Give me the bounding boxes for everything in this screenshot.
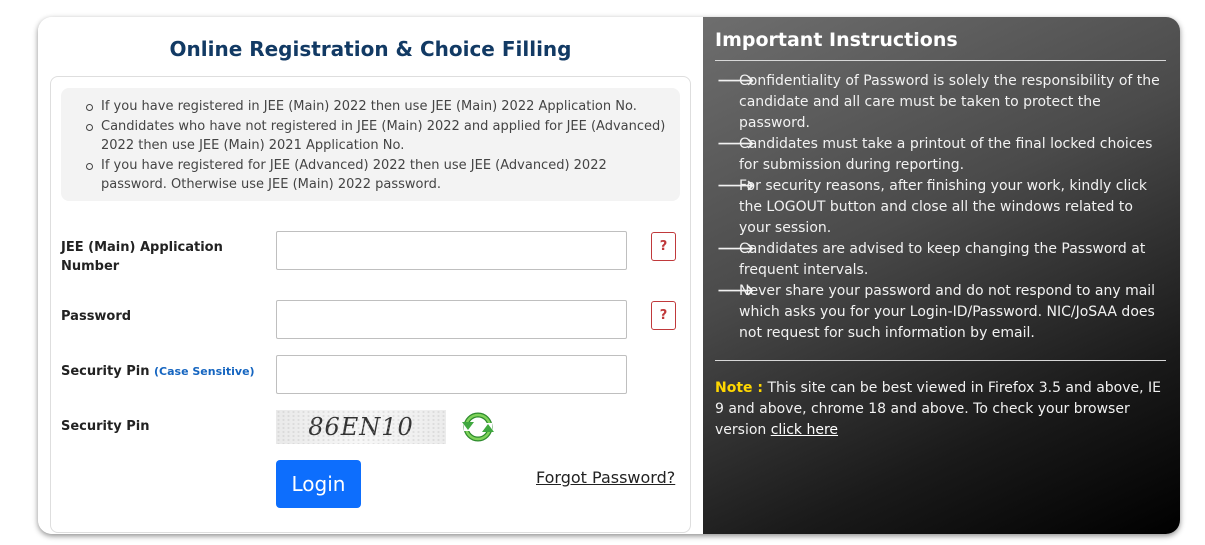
divider [715,60,1166,61]
instruction-item: 🡒 For security reasons, after finishing y… [717,178,1148,236]
divider [715,360,1166,361]
instructions-list: 🡒 Confidentiality of Password is solely t… [715,71,1166,344]
instruction-item: 🡒 Confidentiality of Password is solely t… [717,73,1160,131]
arrow-right-icon: 🡒 [717,241,755,257]
password-label: Password [61,309,132,324]
instruction-item: 🡒 Candidates must take a printout of the … [717,136,1153,173]
instruction-item: 🡒 Never share your password and do not re… [717,283,1156,341]
instruction-item: 🡒 Candidates are advised to keep changing… [717,241,1146,278]
security-pin-image-label: Security Pin [61,419,150,434]
notes-box: If you have registered in JEE (Main) 202… [61,88,680,201]
case-sensitive-hint: (Case Sensitive) [154,365,255,378]
refresh-captcha-icon[interactable] [461,410,495,444]
instructions-panel: Important Instructions 🡒 Confidentiality … [703,17,1180,534]
security-pin-label: Security Pin (Case Sensitive) [61,362,255,381]
forgot-password-link[interactable]: Forgot Password? [536,468,675,487]
note-item: If you have registered for JEE (Advanced… [86,156,670,195]
check-browser-link[interactable]: click here [771,422,838,438]
password-help-button[interactable]: ? [651,301,676,330]
arrow-right-icon: 🡒 [717,178,755,194]
application-number-help-button[interactable]: ? [651,232,676,261]
login-panel: Online Registration & Choice Filling If … [38,17,703,534]
arrow-right-icon: 🡒 [717,73,755,89]
note-item: If you have registered in JEE (Main) 202… [86,97,670,117]
password-input[interactable] [276,300,627,339]
login-button[interactable]: Login [276,460,361,508]
note-label: Note : [715,380,763,396]
application-number-label: JEE (Main) Application Number [61,240,223,274]
note-item: Candidates who have not registered in JE… [86,117,670,156]
security-pin-label-text: Security Pin [61,364,150,379]
login-card: Online Registration & Choice Filling If … [38,17,1180,534]
captcha-image: 86EN10 [276,410,446,444]
arrow-right-icon: 🡒 [717,136,755,152]
login-form: If you have registered in JEE (Main) 202… [50,76,691,533]
arrow-right-icon: 🡒 [717,283,755,299]
page-title: Online Registration & Choice Filling [169,37,572,61]
security-pin-input[interactable] [276,355,627,394]
browser-note: Note : This site can be best viewed in F… [715,378,1166,441]
instructions-title: Important Instructions [715,29,958,51]
application-number-input[interactable] [276,231,627,270]
